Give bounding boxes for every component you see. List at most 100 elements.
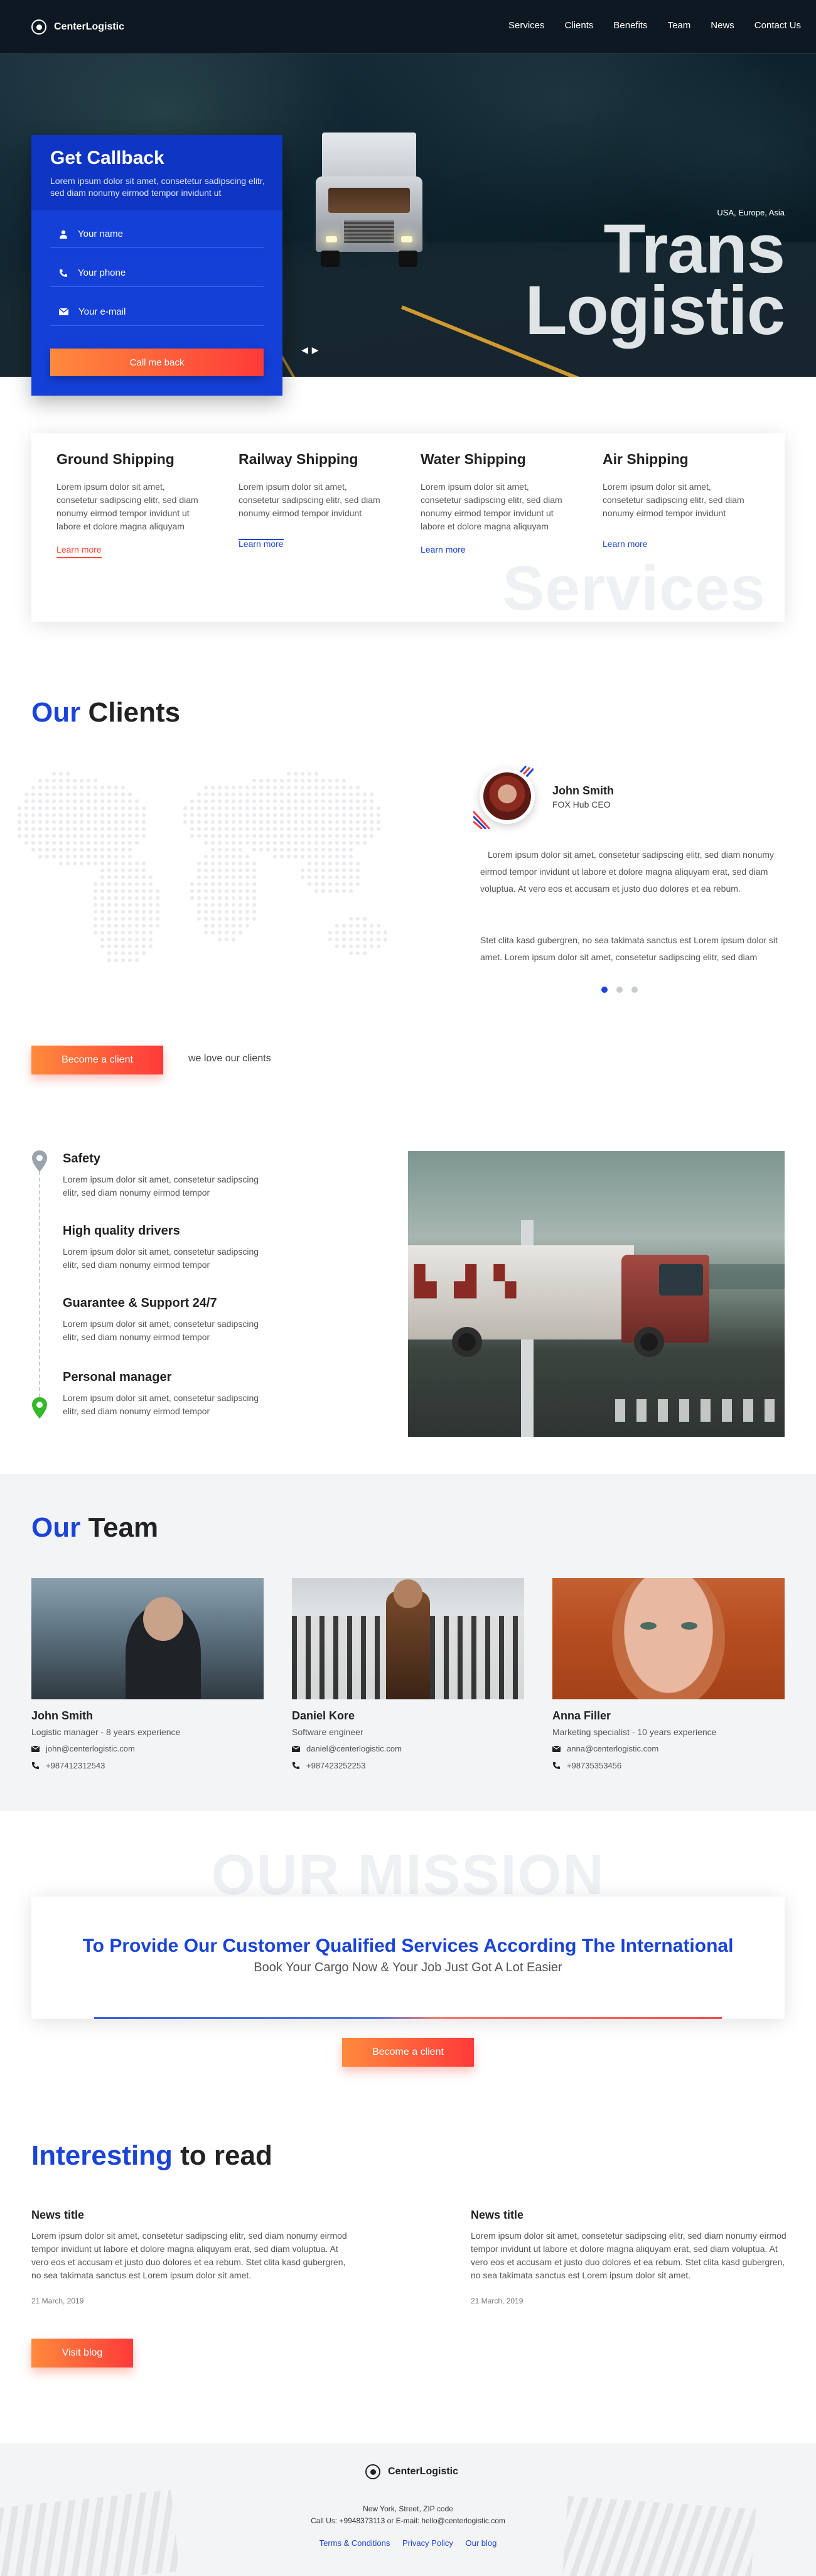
nav-link-clients[interactable]: Clients	[555, 20, 604, 31]
feature-text: Lorem ipsum dolor sit amet, consetetur s…	[63, 1319, 259, 1342]
team-photo-anna	[552, 1578, 785, 1699]
phone-field-placeholder: Your phone	[78, 268, 126, 278]
service-water: Water Shipping Lorem ipsum dolor sit ame…	[421, 451, 571, 557]
team-heading: Our Team	[31, 1512, 158, 1544]
news-title[interactable]: News title	[471, 2209, 523, 2222]
testimonial-pagination	[601, 987, 638, 993]
user-icon	[60, 230, 67, 239]
learn-more-link[interactable]: Learn more	[239, 539, 284, 551]
footer-contacts: Call Us: +9948373113 or E-mail: hello@ce…	[311, 2516, 505, 2525]
client-avatar	[473, 765, 537, 829]
services-card: Services Ground Shipping Lorem ipsum dol…	[31, 433, 785, 622]
service-railway: Railway Shipping Lorem ipsum dolor sit a…	[239, 451, 389, 551]
team-photo-john	[31, 1578, 264, 1699]
email-text: john@centerlogistic.com	[46, 1744, 135, 1753]
become-client-button[interactable]: Become a client	[31, 1046, 163, 1074]
feature-title: Safety	[63, 1152, 101, 1166]
team-member-phone[interactable]: +987423252253	[292, 1761, 365, 1770]
brand-logo[interactable]: CenterLogistic	[31, 19, 124, 35]
client-quote: Lorem ipsum dolor sit amet, consetetur s…	[480, 850, 774, 894]
service-text: Lorem ipsum dolor sit amet, consetetur s…	[421, 482, 562, 531]
name-field[interactable]: Your name	[50, 220, 264, 248]
nav-link-services[interactable]: Services	[498, 20, 555, 31]
news-title[interactable]: News title	[31, 2209, 84, 2222]
team-member-role: Logistic manager - 8 years experience	[31, 1727, 181, 1737]
team-member-email[interactable]: anna@centerlogistic.com	[552, 1744, 658, 1753]
main-menu: Services Clients Benefits Team News Cont…	[498, 20, 811, 31]
logo-icon	[31, 19, 46, 35]
team-member-email[interactable]: daniel@centerlogistic.com	[292, 1744, 402, 1753]
mission-divider	[94, 2017, 722, 2019]
team-member-email[interactable]: john@centerlogistic.com	[31, 1744, 135, 1753]
world-map	[18, 772, 387, 962]
footer-logo[interactable]: CenterLogistic	[365, 2464, 458, 2479]
feature-text: Lorem ipsum dolor sit amet, consetetur s…	[63, 1247, 259, 1270]
client-quote: Stet clita kasd gubergren, no sea takima…	[480, 935, 778, 962]
truck-photo: ▙ ▟ ▚	[408, 1151, 785, 1437]
footer-link-privacy[interactable]: Privacy Policy	[402, 2538, 453, 2548]
service-title: Ground Shipping	[56, 451, 174, 467]
team-member-phone[interactable]: +98735353456	[552, 1761, 621, 1770]
nav-link-team[interactable]: Team	[658, 20, 701, 31]
callback-subtitle: Lorem ipsum dolor sit amet, consetetur s…	[50, 176, 265, 198]
location-pin-icon	[32, 1150, 47, 1172]
news-date: 21 March, 2019	[471, 2297, 523, 2305]
team-heading-rest: Team	[80, 1512, 159, 1543]
nav-link-contact[interactable]: Contact Us	[744, 20, 811, 31]
mission-become-client-button[interactable]: Become a client	[342, 2038, 474, 2067]
mission-heading: To Provide Our Customer Qualified Servic…	[82, 1935, 734, 1956]
feature-text: Lorem ipsum dolor sit amet, consetetur s…	[63, 1393, 259, 1416]
next-arrow-icon[interactable]: ▶	[312, 345, 319, 355]
avatar	[480, 769, 535, 824]
client-name: John Smith	[552, 784, 614, 797]
phone-text: +987423252253	[306, 1761, 366, 1770]
phone-icon	[31, 1762, 40, 1770]
name-field-placeholder: Your name	[78, 229, 123, 239]
service-text: Lorem ipsum dolor sit amet, consetetur s…	[56, 482, 198, 531]
clients-heading-rest: Clients	[80, 697, 181, 728]
learn-more-link[interactable]: Learn more	[56, 544, 102, 558]
footer-link-terms[interactable]: Terms & Conditions	[319, 2538, 390, 2548]
footer: CenterLogistic New York, Street, ZIP cod…	[0, 2443, 816, 2576]
clients-heading: Our Clients	[31, 697, 180, 728]
pagination-dot[interactable]	[616, 987, 623, 993]
phone-text: +98735353456	[567, 1761, 622, 1770]
phone-field[interactable]: Your phone	[50, 259, 264, 287]
service-title: Water Shipping	[421, 451, 526, 467]
nav-link-news[interactable]: News	[701, 20, 744, 31]
team-member-phone[interactable]: +987412312543	[31, 1761, 105, 1770]
logo-icon	[365, 2464, 380, 2479]
mail-icon	[31, 1745, 40, 1752]
mission-card: To Provide Our Customer Qualified Servic…	[31, 1897, 785, 2019]
learn-more-link[interactable]: Learn more	[603, 539, 648, 551]
blog-heading: Interesting to read	[31, 2140, 272, 2172]
tyre-track-decoration	[0, 2489, 180, 2576]
prev-arrow-icon[interactable]: ◀	[301, 345, 308, 355]
feature-title: High quality drivers	[63, 1224, 180, 1238]
pagination-dot[interactable]	[601, 987, 608, 993]
call-me-back-button[interactable]: Call me back	[50, 349, 264, 376]
hero-truck-image	[316, 133, 422, 268]
callback-form: Get Callback Lorem ipsum dolor sit amet,…	[31, 135, 282, 396]
feature-title: Personal manager	[63, 1370, 172, 1384]
team-heading-highlight: Our	[31, 1512, 81, 1543]
mission-subheading: Book Your Cargo Now & Your Job Just Got …	[254, 1961, 562, 1974]
learn-more-link[interactable]: Learn more	[421, 544, 466, 557]
pagination-dot[interactable]	[631, 987, 638, 993]
blog-heading-highlight: Interesting	[31, 2140, 173, 2171]
email-text: anna@centerlogistic.com	[567, 1744, 659, 1753]
service-title: Air Shipping	[603, 451, 689, 467]
news-text: Lorem ipsum dolor sit amet, consetetur s…	[31, 2231, 347, 2280]
service-title: Railway Shipping	[239, 451, 358, 467]
nav-link-benefits[interactable]: Benefits	[603, 20, 657, 31]
team-photo-daniel	[292, 1578, 524, 1699]
services-watermark: Services	[502, 553, 766, 622]
team-member-name: Daniel Kore	[292, 1709, 355, 1722]
email-field[interactable]: Your e-mail	[50, 298, 264, 326]
email-field-placeholder: Your e-mail	[78, 306, 126, 317]
footer-brand-name: CenterLogistic	[388, 2466, 459, 2477]
visit-blog-button[interactable]: Visit blog	[31, 2339, 133, 2368]
footer-link-blog[interactable]: Our blog	[466, 2538, 497, 2548]
phone-icon	[552, 1762, 561, 1770]
team-member-role: Marketing specialist - 10 years experien…	[552, 1727, 717, 1737]
